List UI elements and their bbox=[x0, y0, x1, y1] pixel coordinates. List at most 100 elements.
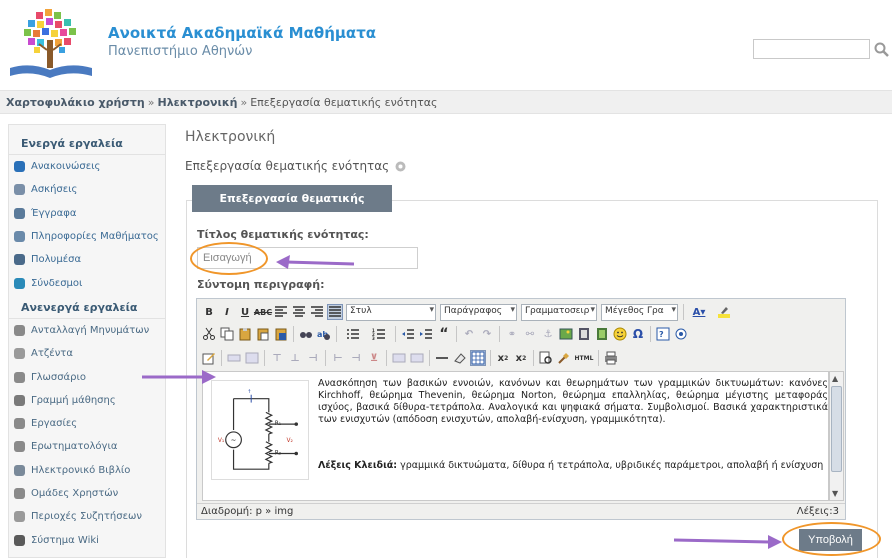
visual-aid-icon[interactable] bbox=[470, 350, 486, 366]
eraser-icon[interactable] bbox=[452, 350, 468, 366]
merge-cells-icon[interactable] bbox=[409, 350, 425, 366]
preview-icon[interactable] bbox=[538, 350, 554, 366]
outdent-icon[interactable] bbox=[400, 326, 416, 342]
table-row-icon[interactable] bbox=[226, 350, 242, 366]
site-header: Ανοικτά Ακαδημαϊκά Μαθήματα Πανεπιστήμιο… bbox=[0, 0, 892, 90]
tool-icon bbox=[14, 418, 25, 430]
horizontal-rule-icon[interactable] bbox=[434, 350, 450, 366]
find-icon[interactable] bbox=[298, 326, 314, 342]
bold-button[interactable]: B bbox=[201, 304, 217, 320]
help-icon[interactable] bbox=[673, 326, 689, 342]
film-icon[interactable] bbox=[594, 326, 610, 342]
breadcrumb-portfolio-link[interactable]: Χαρτοφυλάκιο χρήστη bbox=[6, 96, 145, 109]
strikethrough-button[interactable]: ABC bbox=[254, 304, 272, 320]
sidebar-inactive-item[interactable]: Ομάδες Χρηστών bbox=[9, 482, 165, 505]
scrollbar-thumb[interactable] bbox=[831, 386, 842, 472]
sidebar-inactive-item[interactable]: Ατζέντα bbox=[9, 342, 165, 365]
sidebar-inactive-label: Γλωσσάριο bbox=[31, 371, 86, 383]
search-input[interactable] bbox=[753, 39, 870, 59]
indent-icon[interactable] bbox=[418, 326, 434, 342]
undo-icon[interactable]: ↶ bbox=[461, 326, 477, 342]
link-icon[interactable]: ⚭ bbox=[504, 326, 520, 342]
sidebar-inactive-item[interactable]: Ηλεκτρονικό Βιβλίο bbox=[9, 459, 165, 482]
site-title[interactable]: Ανοικτά Ακαδημαϊκά Μαθήματα bbox=[108, 24, 376, 42]
editor-scrollbar[interactable]: ▲ ▼ bbox=[829, 371, 844, 501]
sidebar-inactive-item[interactable]: Γραμμή μάθησης bbox=[9, 389, 165, 412]
format-select[interactable]: Παράγραφος bbox=[440, 303, 517, 321]
subscript-icon[interactable]: x2 bbox=[495, 350, 511, 366]
sidebar-inactive-item[interactable]: Ανταλλαγή Μηνυμάτων bbox=[9, 319, 165, 342]
paste-text-icon[interactable] bbox=[255, 326, 271, 342]
circuit-diagram-image[interactable]: ~ ↑ R₁ R₂ V₁ V₂ bbox=[211, 380, 309, 480]
delete-col-icon[interactable]: ⊻ bbox=[366, 350, 382, 366]
cleanup-icon[interactable] bbox=[556, 350, 572, 366]
toolbar-separator bbox=[456, 326, 457, 342]
italic-button[interactable]: I bbox=[219, 304, 235, 320]
paste-icon[interactable] bbox=[237, 326, 253, 342]
sidebar-active-label: Πληροφορίες Μαθήματος bbox=[31, 231, 159, 243]
html-icon[interactable]: HTML bbox=[574, 350, 594, 366]
edit-icon[interactable] bbox=[201, 350, 217, 366]
replace-icon[interactable]: ab bbox=[316, 326, 332, 342]
bullet-list-icon[interactable] bbox=[341, 326, 365, 342]
course-title: Ηλεκτρονική bbox=[185, 129, 276, 145]
scroll-down-icon[interactable]: ▼ bbox=[832, 489, 838, 498]
sidebar-active-item[interactable]: Πολυμέσα bbox=[9, 248, 165, 271]
insert-col-after-icon[interactable]: ⊣ bbox=[348, 350, 364, 366]
insert-col-before-icon[interactable]: ⊢ bbox=[330, 350, 346, 366]
copy-icon[interactable] bbox=[219, 326, 235, 342]
gear-icon[interactable] bbox=[394, 160, 407, 173]
insert-row-before-icon[interactable]: ⊤ bbox=[269, 350, 285, 366]
media-icon[interactable] bbox=[576, 326, 592, 342]
align-center-icon[interactable] bbox=[291, 304, 307, 320]
font-size-select[interactable]: Μέγεθος Γρα bbox=[601, 303, 678, 321]
sidebar-active-item[interactable]: Έγγραφα bbox=[9, 202, 165, 225]
insert-row-after-icon[interactable]: ⊥ bbox=[287, 350, 303, 366]
paste-word-icon[interactable] bbox=[273, 326, 289, 342]
sidebar-inactive-item[interactable]: Περιοχές Συζητήσεων bbox=[9, 505, 165, 528]
numbered-list-icon[interactable]: 123 bbox=[367, 326, 391, 342]
sidebar-active-item[interactable]: Πληροφορίες Μαθήματος bbox=[9, 225, 165, 248]
annotation-arrow bbox=[276, 255, 355, 269]
code-icon[interactable]: ? bbox=[655, 326, 671, 342]
special-char-icon[interactable]: Ω bbox=[630, 326, 646, 342]
search-icon[interactable] bbox=[874, 42, 889, 57]
superscript-icon[interactable]: x2 bbox=[513, 350, 529, 366]
highlight-color-icon[interactable] bbox=[712, 304, 736, 320]
toolbar-separator bbox=[490, 350, 491, 366]
tree-book-logo-icon[interactable] bbox=[6, 6, 96, 84]
font-select[interactable]: Γραμματοσειρ bbox=[521, 303, 597, 321]
print-icon[interactable] bbox=[603, 350, 619, 366]
align-right-icon[interactable] bbox=[309, 304, 325, 320]
blockquote-icon[interactable]: “ bbox=[436, 326, 452, 342]
sidebar-active-item[interactable]: Σύνδεσμοι bbox=[9, 271, 165, 294]
keywords-label: Λέξεις Κλειδιά: bbox=[318, 460, 398, 471]
tool-icon bbox=[14, 324, 25, 336]
emoticon-icon[interactable] bbox=[612, 326, 628, 342]
sidebar-inactive-label: Ερωτηματολόγια bbox=[31, 441, 118, 453]
text-color-icon[interactable]: A▾ bbox=[688, 304, 710, 320]
sidebar-active-item[interactable]: Ασκήσεις bbox=[9, 178, 165, 201]
underline-button[interactable]: U bbox=[237, 304, 253, 320]
sidebar-inactive-item[interactable]: Ερωτηματολόγια bbox=[9, 435, 165, 458]
align-left-icon[interactable] bbox=[273, 304, 289, 320]
image-icon[interactable] bbox=[558, 326, 574, 342]
toolbar-separator bbox=[499, 326, 500, 342]
breadcrumb-course-link[interactable]: Ηλεκτρονική bbox=[157, 96, 237, 109]
sidebar-inactive-item[interactable]: Σύστημα Wiki bbox=[9, 528, 165, 551]
unlink-icon[interactable]: ⚯ bbox=[522, 326, 538, 342]
align-justify-icon[interactable] bbox=[327, 304, 343, 320]
scroll-up-icon[interactable]: ▲ bbox=[832, 374, 838, 383]
editor-content-area[interactable]: ~ ↑ R₁ R₂ V₁ V₂ Ανασκόπηση των βασικών ε… bbox=[202, 371, 829, 501]
sidebar-active-item[interactable]: Ανακοινώσεις bbox=[9, 155, 165, 178]
redo-icon[interactable]: ↷ bbox=[479, 326, 495, 342]
delete-row-icon[interactable]: ⊣ bbox=[305, 350, 321, 366]
table-cell-icon[interactable] bbox=[244, 350, 260, 366]
sidebar-inactive-item[interactable]: Εργασίες bbox=[9, 412, 165, 435]
anchor-icon[interactable]: ⚓ bbox=[540, 326, 556, 342]
style-select[interactable]: Στυλ bbox=[346, 303, 436, 321]
sidebar-inactive-label: Ηλεκτρονικό Βιβλίο bbox=[31, 464, 131, 476]
cut-icon[interactable] bbox=[201, 326, 217, 342]
split-cells-icon[interactable] bbox=[391, 350, 407, 366]
breadcrumb-current: Επεξεργασία θεματικής ενότητας bbox=[250, 96, 438, 109]
